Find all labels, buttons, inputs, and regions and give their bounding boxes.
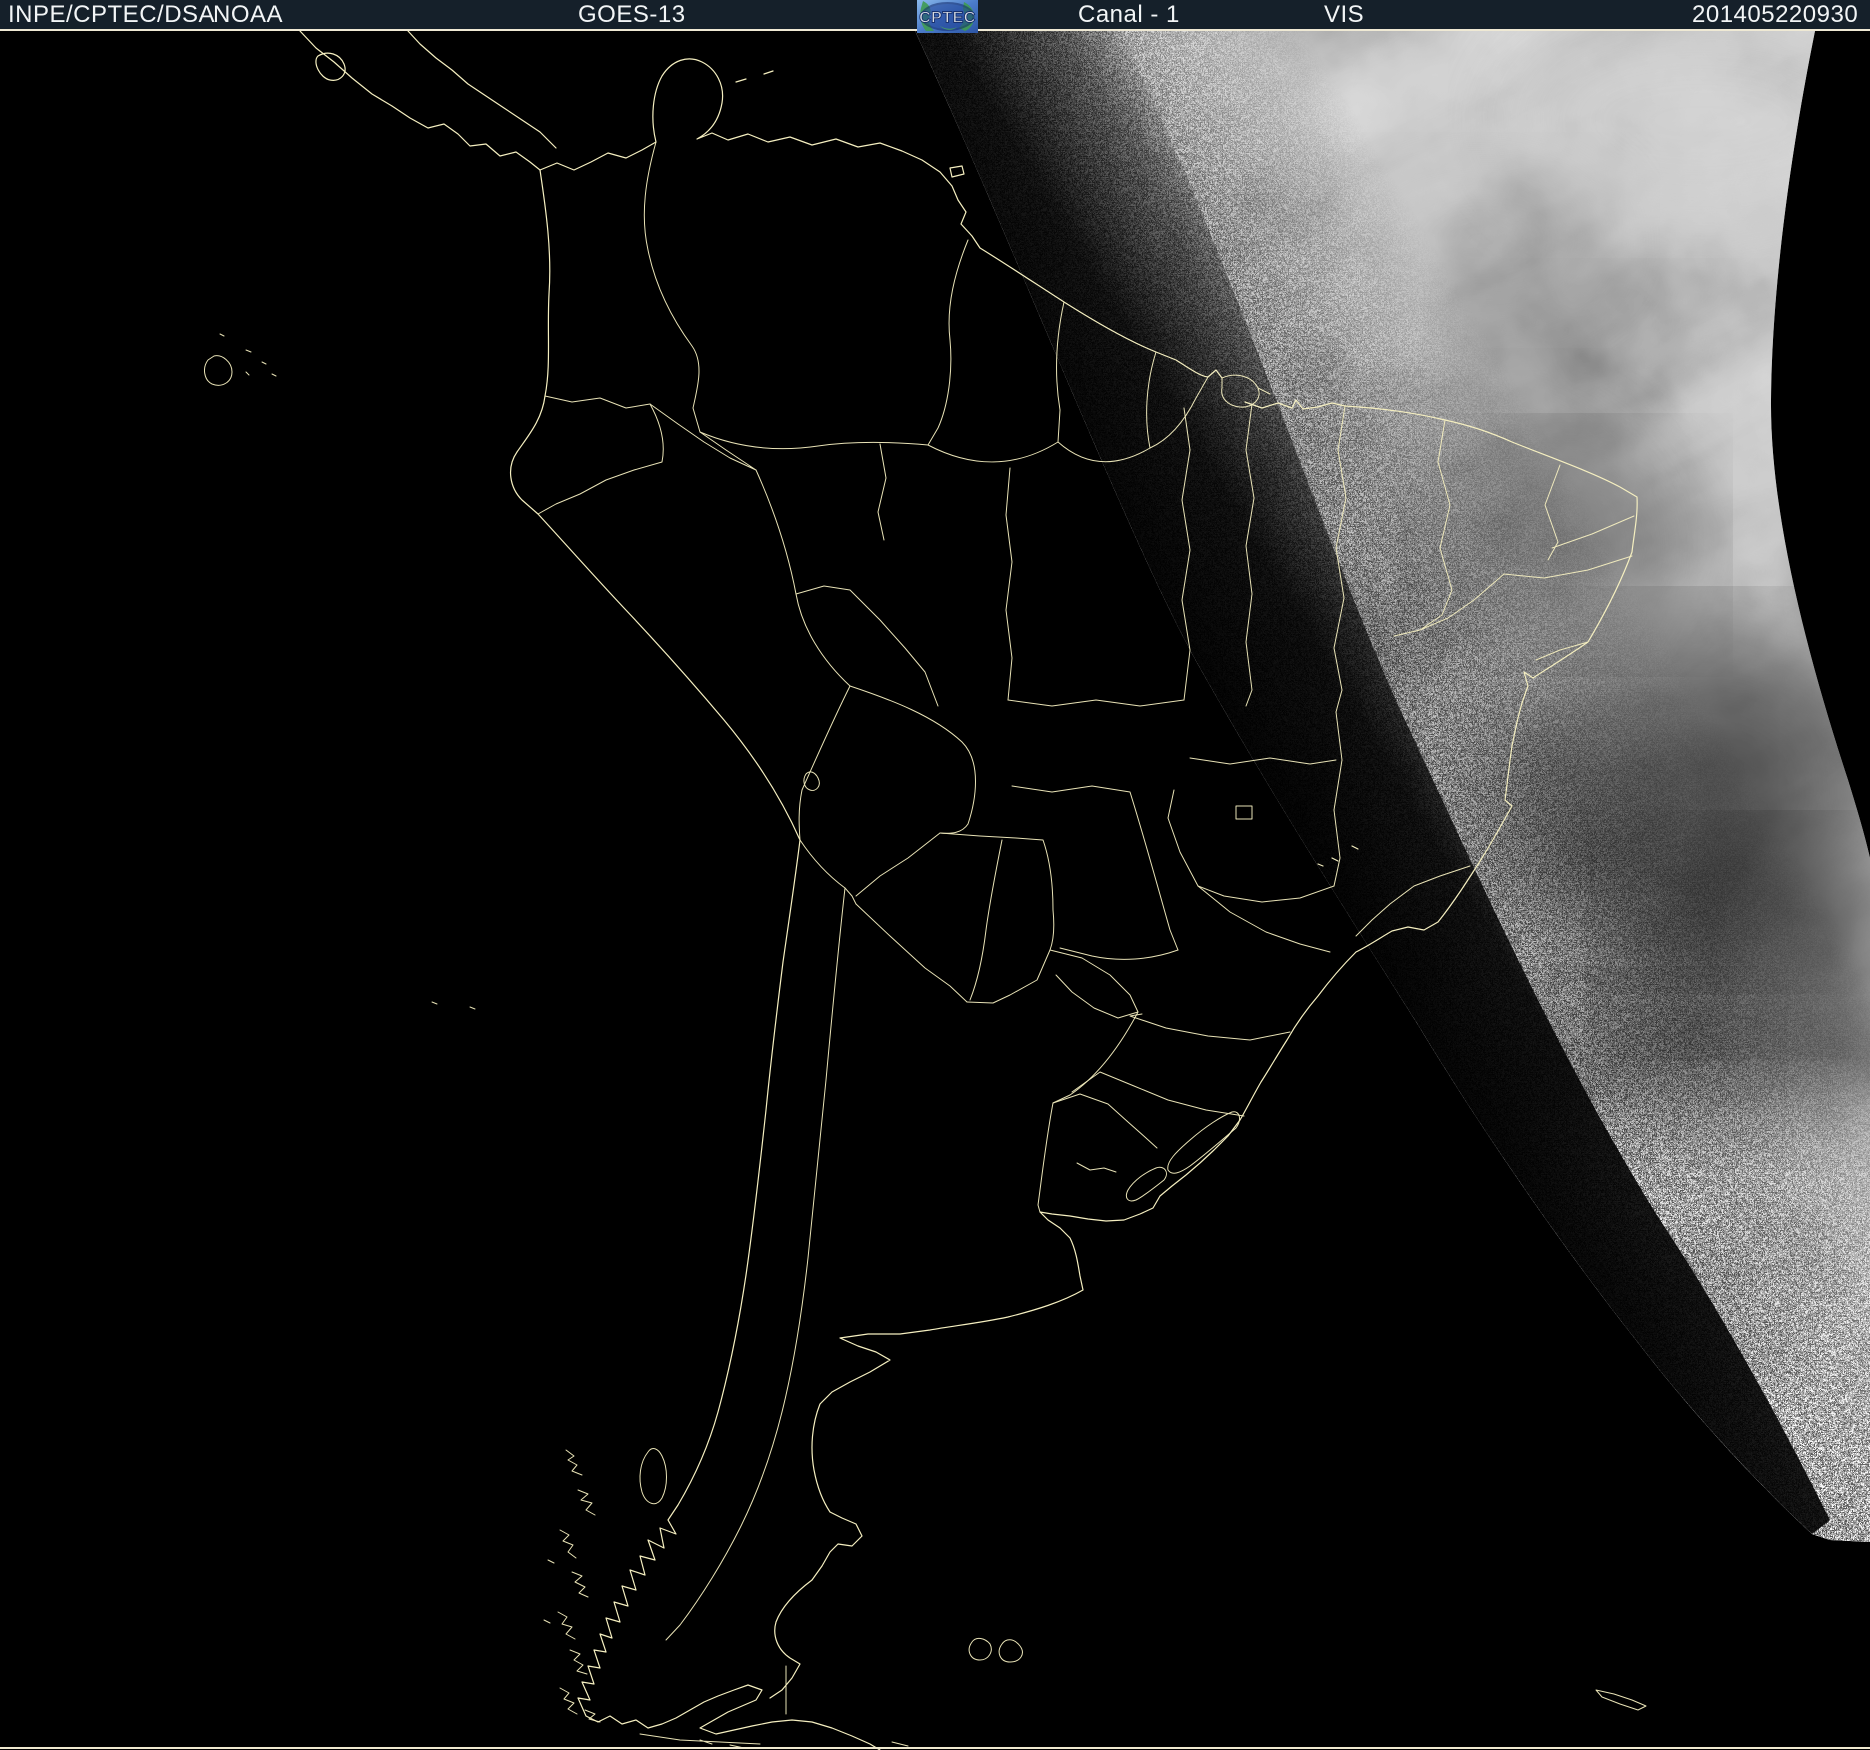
satellite-image	[0, 0, 1870, 1750]
bottom-border-line	[0, 1747, 1870, 1749]
cptec-logo: CPTEC	[917, 0, 978, 33]
channel-label: Canal - 1	[1078, 1, 1180, 28]
satellite-label: GOES-13	[578, 1, 686, 28]
noaa-label: NOAA	[213, 1, 284, 28]
timestamp-label: 201405220930	[1692, 1, 1859, 28]
agency-label: INPE/CPTEC/DSA	[8, 1, 216, 28]
band-label: VIS	[1324, 1, 1365, 28]
logo-text: CPTEC	[919, 10, 976, 27]
satellite-product-window: INPE/CPTEC/DSA NOAA GOES-13 Canal - 1 VI…	[0, 0, 1870, 1750]
